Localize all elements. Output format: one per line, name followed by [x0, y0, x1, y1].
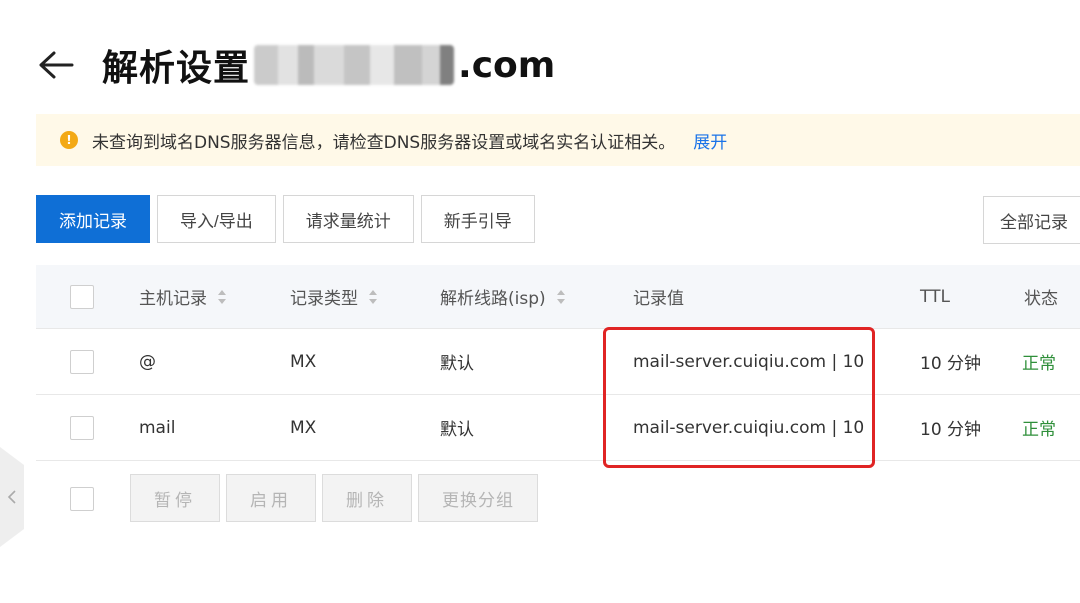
table-row: @ MX 默认 mail-server.cuiqiu.com | 10 10 分…: [36, 329, 1080, 395]
request-stats-button[interactable]: 请求量统计: [282, 195, 414, 243]
page-header: 解析设置 .com: [38, 40, 555, 90]
all-records-filter-button[interactable]: 全部记录: [983, 196, 1080, 244]
select-all-checkbox[interactable]: [70, 284, 94, 309]
cell-value: mail-server.cuiqiu.com | 10: [633, 417, 865, 438]
enable-button[interactable]: 启用: [226, 474, 316, 522]
blurred-domain-name: [254, 45, 455, 85]
cell-host: @: [139, 351, 156, 372]
row-checkbox[interactable]: [70, 415, 94, 440]
dns-warning-banner: ! 未查询到域名DNS服务器信息，请检查DNS服务器设置或域名实名认证相关。 展…: [36, 114, 1080, 166]
back-arrow-icon[interactable]: [38, 45, 78, 85]
cell-host: mail: [139, 417, 176, 438]
sidebar-toggle[interactable]: [0, 447, 24, 547]
change-group-button[interactable]: 更换分组: [418, 474, 538, 522]
beginner-guide-button[interactable]: 新手引导: [420, 195, 535, 243]
column-type[interactable]: 记录类型: [290, 265, 378, 328]
cell-ttl: 10 分钟: [920, 354, 982, 374]
cell-line: 默认: [440, 420, 474, 440]
batch-actions: 暂停 启用 删除 更换分组: [36, 474, 556, 524]
domain-suffix: .com: [458, 44, 556, 86]
warning-icon: !: [60, 131, 78, 149]
import-export-button[interactable]: 导入/导出: [157, 195, 276, 243]
cell-type: MX: [290, 351, 317, 372]
chevron-left-icon: [7, 490, 16, 504]
batch-select-checkbox[interactable]: [70, 487, 94, 511]
warning-message: 未查询到域名DNS服务器信息，请检查DNS服务器设置或域名实名认证相关。: [92, 132, 676, 153]
cell-status: 正常: [1022, 420, 1056, 440]
column-line[interactable]: 解析线路(isp): [440, 265, 566, 328]
cell-ttl: 10 分钟: [920, 420, 982, 440]
sort-icon[interactable]: [368, 289, 378, 305]
table-header-row: 主机记录 记录类型 解析线路(isp) 记录值 TTL 状态: [36, 265, 1080, 329]
record-toolbar: 添加记录 导入/导出 请求量统计 新手引导: [36, 195, 535, 243]
pause-button[interactable]: 暂停: [130, 474, 220, 522]
column-ttl: TTL: [920, 286, 950, 307]
dns-records-table: 主机记录 记录类型 解析线路(isp) 记录值 TTL 状态 @ MX 默认 m…: [36, 265, 1080, 461]
cell-type: MX: [290, 417, 317, 438]
expand-link[interactable]: 展开: [693, 128, 727, 153]
sort-icon[interactable]: [556, 289, 566, 305]
cell-value: mail-server.cuiqiu.com | 10: [633, 351, 865, 372]
row-checkbox[interactable]: [70, 349, 94, 374]
table-row: mail MX 默认 mail-server.cuiqiu.com | 10 1…: [36, 395, 1080, 461]
delete-button[interactable]: 删除: [322, 474, 412, 522]
cell-status: 正常: [1022, 354, 1056, 374]
sort-icon[interactable]: [217, 289, 227, 305]
column-host[interactable]: 主机记录: [139, 265, 227, 328]
add-record-button[interactable]: 添加记录: [36, 195, 150, 243]
cell-line: 默认: [440, 354, 474, 374]
column-status: 状态: [1024, 289, 1058, 309]
page-title: 解析设置: [102, 48, 251, 89]
column-value: 记录值: [633, 289, 684, 309]
